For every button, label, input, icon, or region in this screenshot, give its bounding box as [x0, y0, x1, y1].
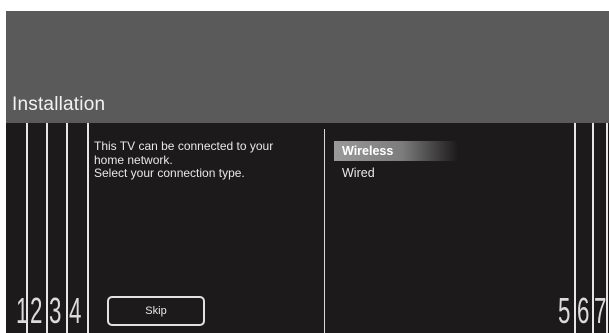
connection-message: This TV can be connected to your home ne…	[94, 139, 319, 181]
callout-number-3: 3	[49, 290, 62, 331]
message-line: Select your connection type.	[94, 166, 245, 180]
callout-number-2: 2	[30, 290, 43, 331]
message-line: This TV can be connected to your	[94, 139, 274, 153]
callout-line-3	[66, 123, 68, 333]
panel-divider	[324, 129, 325, 333]
callout-line-2	[46, 123, 48, 333]
callout-line-4	[87, 123, 89, 333]
page-title: Installation	[12, 94, 106, 115]
option-wired[interactable]: Wired	[334, 163, 458, 183]
callout-number-1: 1	[16, 290, 29, 331]
callout-number-6: 6	[577, 290, 590, 331]
message-line: home network.	[94, 152, 173, 167]
option-wireless[interactable]: Wireless	[334, 141, 458, 161]
callout-line-5	[574, 123, 576, 333]
callout-number-5: 5	[558, 290, 571, 331]
header-bar: Installation	[6, 11, 609, 123]
skip-button[interactable]: Skip	[107, 296, 205, 326]
callout-number-7: 7	[594, 290, 607, 331]
tv-screen: Installation This TV can be connected to…	[6, 11, 609, 333]
callout-number-4: 4	[69, 290, 82, 331]
